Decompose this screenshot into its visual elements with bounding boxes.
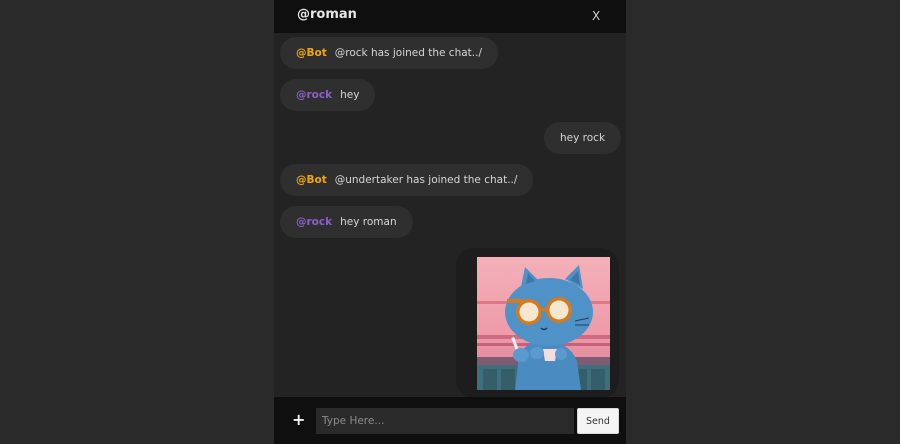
message-composer: + Send xyxy=(274,397,626,444)
message-bubble: @Bot @undertaker has joined the chat../ xyxy=(280,164,534,196)
message-input[interactable] xyxy=(316,408,574,434)
message-bubble: @Bot @rock has joined the chat../ xyxy=(280,37,498,69)
message-sender: @rock xyxy=(296,216,333,228)
message-bubble: @rock hey xyxy=(280,79,376,111)
image-message-bubble xyxy=(456,248,619,398)
message-sender: @Bot xyxy=(296,47,327,59)
add-attachment-button[interactable]: + xyxy=(292,411,305,429)
message-text: hey xyxy=(340,89,360,101)
message-bubble: @rock hey roman xyxy=(280,206,413,238)
message-list[interactable]: @Bot @rock has joined the chat../ @rock … xyxy=(274,33,626,398)
message-sender: @Bot xyxy=(296,174,327,186)
message-text: @rock has joined the chat../ xyxy=(334,47,482,59)
message-text: hey roman xyxy=(340,216,397,228)
send-button[interactable]: Send xyxy=(577,408,619,434)
message-text: hey rock xyxy=(560,132,606,144)
message-sender: @rock xyxy=(296,89,333,101)
message-text: @undertaker has joined the chat../ xyxy=(334,174,518,186)
chat-header: @roman X xyxy=(274,0,626,33)
message-bubble-own: hey rock xyxy=(544,122,622,154)
chat-title: @roman xyxy=(297,7,357,22)
cat-with-sunglasses-image[interactable] xyxy=(477,257,610,390)
chat-window: @roman X @Bot @rock has joined the chat.… xyxy=(274,0,626,444)
close-button[interactable]: X xyxy=(592,9,600,23)
